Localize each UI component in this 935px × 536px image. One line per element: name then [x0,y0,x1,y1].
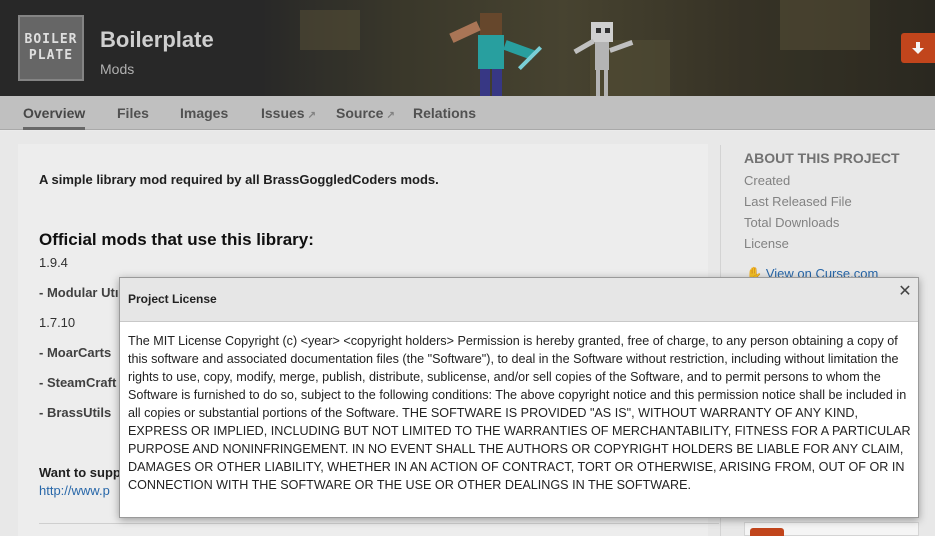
license-modal: Project License ✕ The MIT License Copyri… [119,277,919,518]
modal-title: Project License [128,292,217,306]
license-text: The MIT License Copyright (c) <year> <co… [128,334,911,492]
modal-header: Project License ✕ [120,278,918,322]
close-icon[interactable]: ✕ [896,282,914,300]
